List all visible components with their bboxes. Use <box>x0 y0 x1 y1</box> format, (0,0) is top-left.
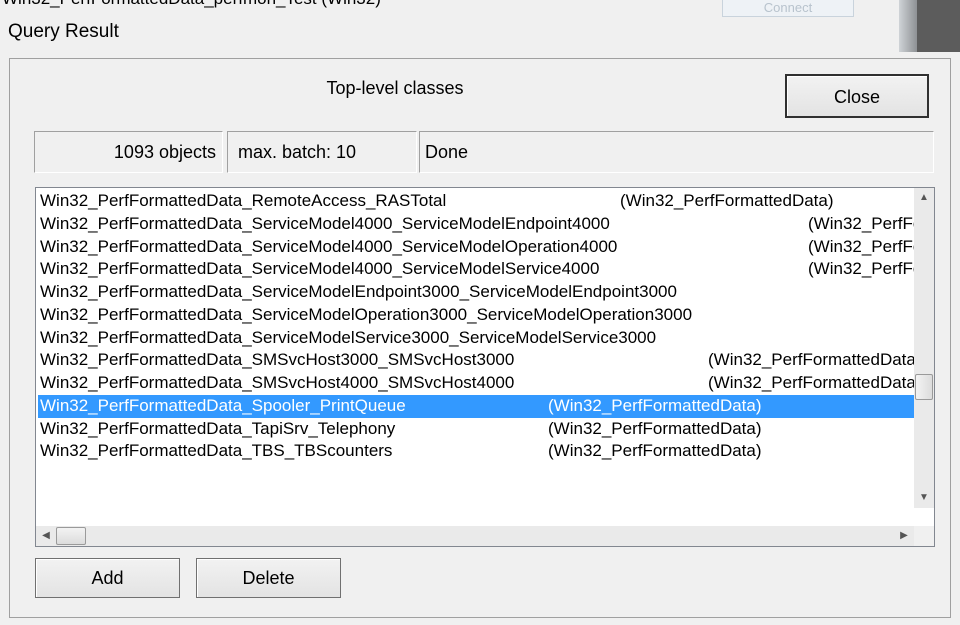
background-edge-gradient <box>899 0 917 52</box>
class-name: Win32_PerfFormattedData_TBS_TBScounters <box>40 441 393 461</box>
status-field: Done <box>419 131 934 173</box>
list-item[interactable]: Win32_PerfFormattedData_ServiceModelServ… <box>38 327 915 350</box>
background-window-title: Win32_PerfFormattedData_perfmon_Test (Wi… <box>2 0 381 9</box>
class-name: Win32_PerfFormattedData_ServiceModelEndp… <box>40 282 677 301</box>
scroll-left-icon[interactable]: ◀ <box>36 526 56 546</box>
list-item[interactable]: Win32_PerfFormattedData_ServiceModel4000… <box>38 213 915 236</box>
vertical-scrollbar[interactable]: ▲ ▼ <box>914 188 934 508</box>
scroll-down-icon[interactable]: ▼ <box>914 488 934 508</box>
close-button[interactable]: Close <box>785 74 929 118</box>
list-item[interactable]: Win32_PerfFormattedData_Spooler_PrintQue… <box>38 394 915 418</box>
batch-size-field: max. batch: 10 <box>227 131 417 173</box>
horizontal-scrollbar[interactable]: ◀ ▶ <box>36 526 914 546</box>
class-name: Win32_PerfFormattedData_SMSvcHost4000_SM… <box>40 373 515 392</box>
class-name: Win32_PerfFormattedData_ServiceModelServ… <box>40 327 657 347</box>
list-item[interactable]: Win32_PerfFormattedData_TBS_TBScounters (… <box>38 440 915 463</box>
class-list-rows: Win32_PerfFormattedData_RemoteAccess_RAS… <box>38 190 915 508</box>
object-count-field: 1093 objects <box>34 131 223 173</box>
scroll-up-icon[interactable]: ▲ <box>914 188 934 208</box>
parent-class: (Win32_PerfFormattedData) <box>548 395 762 415</box>
delete-button[interactable]: Delete <box>196 558 341 598</box>
parent-class: (Win32_PerfFormattedData) <box>708 373 915 392</box>
list-item[interactable]: Win32_PerfFormattedData_ServiceModelEndp… <box>38 281 915 304</box>
add-button[interactable]: Add <box>35 558 180 598</box>
list-item[interactable]: Win32_PerfFormattedData_ServiceModel4000… <box>38 258 915 281</box>
list-item[interactable]: Win32_PerfFormattedData_SMSvcHost4000_SM… <box>38 372 915 395</box>
scrollbar-corner <box>914 526 934 546</box>
parent-class: (Win32_PerfFormattedData) <box>548 441 762 461</box>
list-item[interactable]: Win32_PerfFormattedData_ServiceModelOper… <box>38 304 915 327</box>
scroll-right-icon[interactable]: ▶ <box>894 526 914 546</box>
list-heading: Top-level classes <box>326 78 464 98</box>
background-window-strip: Win32_PerfFormattedData_perfmon_Test (Wi… <box>0 0 960 22</box>
parent-class: (Win32_PerfFormattedData) <box>808 259 915 279</box>
class-name: Win32_PerfFormattedData_ServiceModel4000… <box>40 213 610 233</box>
window-title: Query Result <box>8 21 119 42</box>
list-item[interactable]: Win32_PerfFormattedData_RemoteAccess_RAS… <box>38 190 915 213</box>
background-dark-edge <box>917 0 960 52</box>
list-item[interactable]: Win32_PerfFormattedData_ServiceModel4000… <box>38 236 915 259</box>
class-name: Win32_PerfFormattedData_ServiceModel4000… <box>40 236 618 256</box>
class-list[interactable]: Win32_PerfFormattedData_RemoteAccess_RAS… <box>35 187 935 547</box>
class-name: Win32_PerfFormattedData_TapiSrv_Telephon… <box>40 418 396 438</box>
class-name: Win32_PerfFormattedData_ServiceModel4000… <box>40 259 600 279</box>
background-connect-button: Connect <box>722 0 854 17</box>
class-name: Win32_PerfFormattedData_ServiceModelOper… <box>40 304 693 324</box>
list-item[interactable]: Win32_PerfFormattedData_SMSvcHost3000_SM… <box>38 349 915 372</box>
class-name: Win32_PerfFormattedData_SMSvcHost3000_SM… <box>40 350 515 370</box>
list-item[interactable]: Win32_PerfFormattedData_TapiSrv_Telephon… <box>38 418 915 441</box>
parent-class: (Win32_PerfFormattedData) <box>548 418 762 438</box>
parent-class: (Win32_PerfFormattedData) <box>708 350 915 370</box>
parent-class: (Win32_PerfFormattedData) <box>808 213 915 233</box>
parent-class: (Win32_PerfFormattedData) <box>620 191 834 210</box>
parent-class: (Win32_PerfFormattedData) <box>808 236 915 256</box>
class-name: Win32_PerfFormattedData_Spooler_PrintQue… <box>40 395 406 415</box>
class-name: Win32_PerfFormattedData_RemoteAccess_RAS… <box>40 191 447 210</box>
horizontal-scroll-thumb[interactable] <box>56 527 86 545</box>
vertical-scroll-thumb[interactable] <box>915 374 933 400</box>
